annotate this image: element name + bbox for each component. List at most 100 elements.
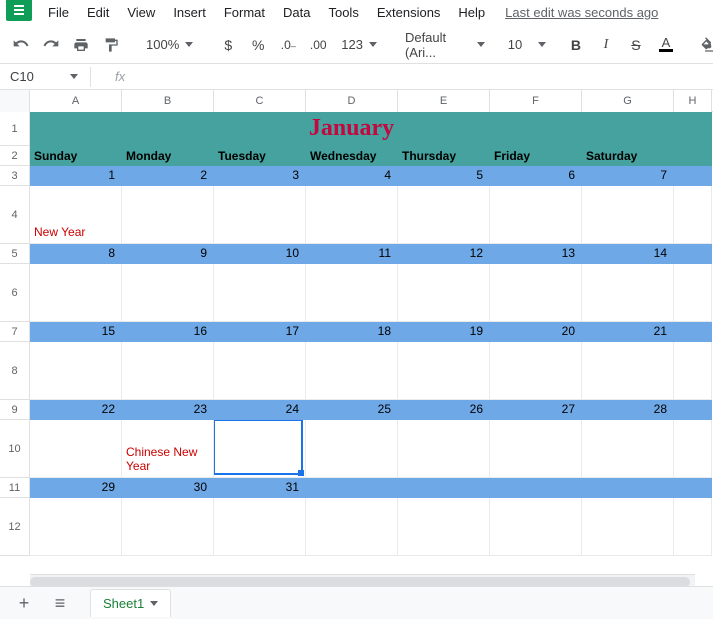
event-cell[interactable] <box>122 264 214 322</box>
cell[interactable] <box>674 166 712 186</box>
redo-button[interactable] <box>38 32 64 58</box>
day-header-cell[interactable]: Wednesday <box>306 146 398 166</box>
cell[interactable] <box>674 264 712 322</box>
decrease-decimal-button[interactable]: .0_ <box>275 32 301 58</box>
increase-decimal-button[interactable]: .00 <box>305 32 331 58</box>
row-header[interactable]: 12 <box>0 498 30 556</box>
date-cell[interactable]: 9 <box>122 244 214 264</box>
event-cell[interactable] <box>582 498 674 556</box>
date-cell[interactable]: 10 <box>214 244 306 264</box>
date-cell[interactable]: 29 <box>30 478 122 498</box>
row-header[interactable]: 7 <box>0 322 30 342</box>
event-cell[interactable] <box>306 342 398 400</box>
date-cell[interactable] <box>490 478 582 498</box>
day-header-cell[interactable]: Friday <box>490 146 582 166</box>
sheet-tab[interactable]: Sheet1 <box>90 589 171 617</box>
event-cell[interactable] <box>398 498 490 556</box>
date-cell[interactable]: 11 <box>306 244 398 264</box>
event-cell[interactable] <box>30 498 122 556</box>
day-header-cell[interactable]: Sunday <box>30 146 122 166</box>
event-cell[interactable] <box>214 186 306 244</box>
col-header[interactable]: B <box>122 90 214 112</box>
event-cell[interactable] <box>306 186 398 244</box>
cell[interactable] <box>674 186 712 244</box>
row-header[interactable]: 1 <box>0 112 30 146</box>
date-cell[interactable]: 1 <box>30 166 122 186</box>
cell[interactable] <box>674 146 712 166</box>
date-cell[interactable]: 16 <box>122 322 214 342</box>
last-edit-link[interactable]: Last edit was seconds ago <box>505 5 658 20</box>
cell[interactable] <box>674 478 712 498</box>
percent-button[interactable]: % <box>245 32 271 58</box>
paint-format-button[interactable] <box>98 32 124 58</box>
menu-extensions[interactable]: Extensions <box>369 2 449 23</box>
date-cell[interactable]: 23 <box>122 400 214 420</box>
row-header[interactable]: 4 <box>0 186 30 244</box>
col-header[interactable]: F <box>490 90 582 112</box>
menu-file[interactable]: File <box>40 2 77 23</box>
row-header[interactable]: 9 <box>0 400 30 420</box>
date-cell[interactable] <box>306 478 398 498</box>
row-header[interactable]: 11 <box>0 478 30 498</box>
row-header[interactable]: 5 <box>0 244 30 264</box>
day-header-cell[interactable]: Thursday <box>398 146 490 166</box>
menu-tools[interactable]: Tools <box>320 2 366 23</box>
date-cell[interactable]: 4 <box>306 166 398 186</box>
print-button[interactable] <box>68 32 94 58</box>
add-sheet-button[interactable]: + <box>10 591 38 615</box>
cell[interactable] <box>674 112 712 146</box>
event-cell[interactable] <box>30 420 122 478</box>
date-cell[interactable]: 24 <box>214 400 306 420</box>
event-cell[interactable] <box>30 264 122 322</box>
event-cell-selected[interactable] <box>214 420 306 478</box>
event-cell[interactable] <box>306 498 398 556</box>
cell[interactable] <box>674 498 712 556</box>
date-cell[interactable]: 15 <box>30 322 122 342</box>
col-header[interactable]: D <box>306 90 398 112</box>
font-dropdown[interactable]: Default (Ari... <box>399 32 491 58</box>
all-sheets-button[interactable]: ≡ <box>46 591 74 615</box>
bold-button[interactable]: B <box>563 32 589 58</box>
date-cell[interactable]: 19 <box>398 322 490 342</box>
col-header[interactable]: E <box>398 90 490 112</box>
date-cell[interactable]: 13 <box>490 244 582 264</box>
event-cell[interactable] <box>214 342 306 400</box>
select-all-corner[interactable] <box>0 90 30 112</box>
event-cell[interactable] <box>490 186 582 244</box>
event-cell[interactable] <box>582 264 674 322</box>
menu-view[interactable]: View <box>119 2 163 23</box>
date-cell[interactable]: 21 <box>582 322 674 342</box>
formula-input[interactable] <box>125 64 713 89</box>
date-cell[interactable] <box>582 478 674 498</box>
text-color-button[interactable]: A <box>653 32 679 58</box>
event-cell[interactable] <box>490 264 582 322</box>
event-cell[interactable] <box>490 420 582 478</box>
currency-button[interactable]: $ <box>215 32 241 58</box>
event-cell[interactable] <box>398 420 490 478</box>
col-header[interactable]: G <box>582 90 674 112</box>
event-cell[interactable] <box>582 420 674 478</box>
event-cell[interactable] <box>398 264 490 322</box>
event-cell[interactable] <box>490 342 582 400</box>
event-cell[interactable] <box>122 186 214 244</box>
event-cell[interactable]: New Year <box>30 186 122 244</box>
date-cell[interactable]: 17 <box>214 322 306 342</box>
event-cell[interactable] <box>122 342 214 400</box>
event-cell[interactable]: Chinese New Year <box>122 420 214 478</box>
date-cell[interactable] <box>398 478 490 498</box>
undo-button[interactable] <box>8 32 34 58</box>
cell[interactable] <box>674 400 712 420</box>
date-cell[interactable]: 2 <box>122 166 214 186</box>
menu-format[interactable]: Format <box>216 2 273 23</box>
fill-color-button[interactable] <box>695 32 713 58</box>
row-header[interactable]: 6 <box>0 264 30 322</box>
row-header[interactable]: 8 <box>0 342 30 400</box>
font-size-dropdown[interactable]: 10 <box>507 32 547 58</box>
cell[interactable] <box>674 322 712 342</box>
event-cell[interactable] <box>306 264 398 322</box>
date-cell[interactable]: 22 <box>30 400 122 420</box>
date-cell[interactable]: 27 <box>490 400 582 420</box>
italic-button[interactable]: I <box>593 32 619 58</box>
date-cell[interactable]: 26 <box>398 400 490 420</box>
event-cell[interactable] <box>122 498 214 556</box>
